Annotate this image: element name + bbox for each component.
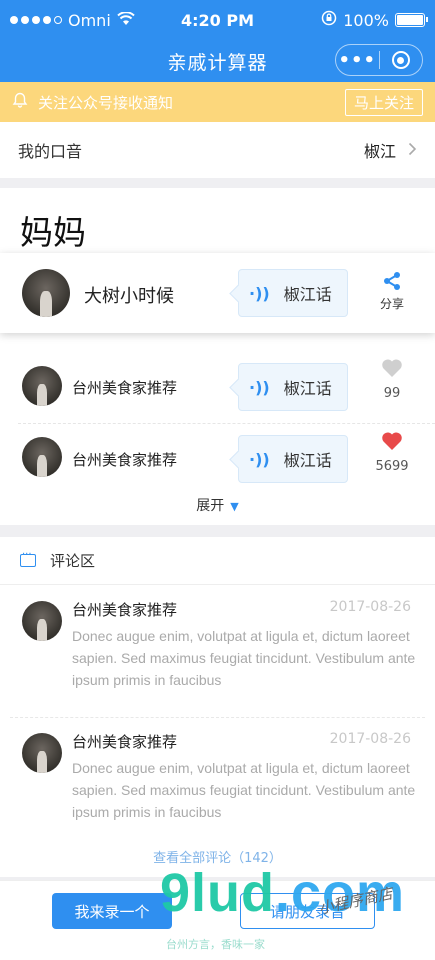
dialect-label: 椒江话 [283, 285, 332, 304]
comment-item: 台州美食家推荐 2017-08-26 Donec augue enim, vol… [0, 585, 435, 715]
dialect-label: 椒江话 [283, 451, 332, 470]
comment-date: 2017-08-26 [329, 599, 411, 615]
recorder-name: 台州美食家推荐 [72, 451, 178, 469]
like-count: 99 [383, 386, 401, 401]
share-label: 分享 [379, 297, 404, 311]
recorder-name: 台州美食家推荐 [72, 379, 178, 397]
more-dots-icon[interactable]: ••• [336, 45, 379, 75]
list-item: 台州美食家推荐 ·)) 椒江话 5699 [0, 423, 435, 495]
comment-icon [20, 549, 36, 567]
carrier-label: Omni [68, 10, 111, 30]
featured-recording: 大树小时候 ·)) 椒江话 分享 [0, 253, 435, 333]
expand-button[interactable]: 展开 ▼ [0, 495, 435, 515]
list-item: 台州美食家推荐 ·)) 椒江话 99 [0, 350, 435, 422]
clock: 4:20 PM [180, 10, 254, 30]
accent-value: 椒江 [363, 142, 396, 161]
follow-now-button[interactable]: 马上关注 [344, 88, 423, 116]
avatar[interactable] [22, 269, 70, 317]
comment-body: Donec augue enim, volutpat at ligula et,… [72, 628, 416, 688]
recorder-name: 大树小时候 [84, 286, 174, 307]
battery-icon [395, 13, 428, 27]
comment-author: 台州美食家推荐 [72, 601, 178, 619]
target-close-icon[interactable] [380, 45, 423, 75]
nav-bar: 亲戚计算器 ••• [0, 40, 435, 82]
signal-icon [10, 16, 62, 24]
heart-icon [382, 432, 402, 450]
page-title: 亲戚计算器 [167, 51, 268, 74]
comments-section: 评论区 台州美食家推荐 2017-08-26 Donec augue enim,… [0, 537, 435, 877]
avatar[interactable] [22, 733, 62, 773]
comment-item: 台州美食家推荐 2017-08-26 Donec augue enim, vol… [0, 717, 435, 847]
sound-wave-icon: ·)) [249, 377, 270, 397]
dialect-label: 椒江话 [283, 379, 332, 398]
share-button[interactable]: 分享 [372, 271, 412, 312]
avatar[interactable] [22, 437, 62, 477]
avatar[interactable] [22, 601, 62, 641]
share-icon [384, 272, 400, 290]
avatar[interactable] [22, 366, 62, 406]
comment-date: 2017-08-26 [329, 731, 411, 747]
like-button[interactable]: 5699 [372, 431, 412, 474]
record-button[interactable]: 我来录一个 [52, 893, 172, 929]
rotation-lock-icon [321, 10, 337, 30]
wifi-icon [117, 10, 135, 30]
voice-bubble[interactable]: ·)) 椒江话 [238, 435, 348, 483]
expand-label: 展开 [196, 498, 225, 514]
accent-selector[interactable]: 我的口音 椒江 [0, 122, 435, 178]
battery-percent: 100% [343, 10, 389, 30]
signal-area: Omni [10, 11, 160, 30]
watermark-tagline: 台州方言，香味一家 [166, 938, 265, 951]
sound-wave-icon: ·)) [249, 283, 270, 303]
voice-bubble[interactable]: ·)) 椒江话 [238, 269, 348, 317]
like-count: 5699 [375, 459, 409, 474]
follow-notice-bar: 关注公众号接收通知 马上关注 [0, 82, 435, 122]
comment-author: 台州美食家推荐 [72, 733, 178, 751]
comment-body: Donec augue enim, volutpat at ligula et,… [72, 760, 416, 820]
sound-wave-icon: ·)) [249, 449, 270, 469]
comments-title: 评论区 [50, 552, 96, 570]
heart-icon [382, 359, 402, 377]
caret-down-icon: ▼ [230, 500, 239, 513]
relative-title: 妈妈 [20, 213, 86, 252]
notice-text: 关注公众号接收通知 [38, 93, 174, 112]
voice-bubble[interactable]: ·)) 椒江话 [238, 363, 348, 411]
accent-label: 我的口音 [18, 142, 83, 161]
chevron-right-icon [408, 141, 417, 160]
status-bar: Omni 4:20 PM 100% [0, 0, 435, 40]
like-button[interactable]: 99 [372, 358, 412, 401]
mini-program-capsule: ••• [335, 44, 423, 76]
bell-icon [12, 92, 32, 112]
comments-header: 评论区 [0, 537, 435, 585]
